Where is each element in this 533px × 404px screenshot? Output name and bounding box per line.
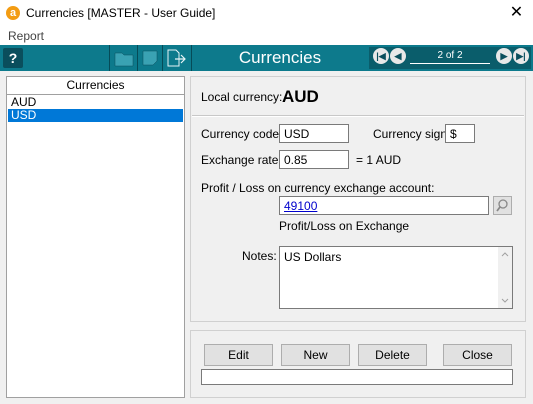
status-field bbox=[201, 369, 513, 385]
note-icon[interactable] bbox=[141, 49, 159, 67]
account-field[interactable]: 49100 bbox=[279, 196, 489, 215]
first-record-icon[interactable]: |◀ bbox=[373, 48, 389, 64]
next-record-icon[interactable]: ▶ bbox=[496, 48, 512, 64]
action-panel: Edit New Delete Close bbox=[190, 330, 526, 398]
currency-sign-label: Currency sign: bbox=[373, 127, 451, 141]
toolbar: ? Currencies |◀ ◀ 2 of 2 ▶ ▶| bbox=[0, 45, 533, 71]
close-button[interactable]: Close bbox=[443, 344, 512, 366]
edit-button[interactable]: Edit bbox=[204, 344, 273, 366]
close-window-button[interactable]: ✕ bbox=[500, 0, 533, 27]
account-lookup-button[interactable] bbox=[493, 196, 512, 215]
search-icon bbox=[496, 199, 508, 212]
exchange-rate-suffix: = 1 AUD bbox=[356, 153, 402, 167]
window-title: Currencies [MASTER - User Guide] bbox=[26, 6, 216, 20]
export-icon[interactable] bbox=[166, 49, 188, 67]
help-button[interactable]: ? bbox=[3, 48, 23, 68]
toolbar-divider bbox=[162, 45, 163, 71]
list-item-usd[interactable]: USD bbox=[8, 109, 183, 122]
toolbar-divider bbox=[109, 45, 110, 71]
folder-icon[interactable] bbox=[114, 49, 134, 67]
new-button[interactable]: New bbox=[281, 344, 350, 366]
currency-code-field[interactable]: USD bbox=[279, 124, 349, 143]
notes-label: Notes: bbox=[242, 249, 277, 263]
list-header: Currencies bbox=[7, 77, 184, 95]
menu-item-report[interactable]: Report bbox=[8, 29, 44, 43]
currency-code-label: Currency code: bbox=[201, 127, 283, 141]
delete-button[interactable]: Delete bbox=[358, 344, 427, 366]
last-record-icon[interactable]: ▶| bbox=[513, 48, 529, 64]
local-currency-value: AUD bbox=[282, 87, 319, 106]
notes-scrollbar[interactable] bbox=[498, 247, 512, 308]
currency-list: Currencies AUD USD bbox=[6, 76, 185, 398]
currency-sign-field[interactable]: $ bbox=[445, 124, 475, 143]
local-currency-label: Local currency: bbox=[201, 90, 283, 104]
exchange-rate-label: Exchange rate: bbox=[201, 153, 282, 167]
account-description: Profit/Loss on Exchange bbox=[279, 219, 410, 233]
notes-text: US Dollars bbox=[284, 250, 342, 264]
app-logo-icon: a bbox=[6, 6, 20, 20]
currency-details-panel: Local currency: AUD Currency code: USD C… bbox=[190, 76, 526, 322]
menu-bar: Report bbox=[0, 27, 533, 45]
account-label: Profit / Loss on currency exchange accou… bbox=[201, 181, 435, 195]
toolbar-divider bbox=[137, 45, 138, 71]
toolbar-title: Currencies bbox=[238, 48, 322, 67]
section-divider bbox=[192, 115, 524, 117]
title-bar: a Currencies [MASTER - User Guide] ✕ bbox=[0, 0, 533, 27]
previous-record-icon[interactable]: ◀ bbox=[390, 48, 406, 64]
page-indicator-underline bbox=[410, 63, 490, 64]
notes-field[interactable]: US Dollars bbox=[279, 246, 513, 309]
exchange-rate-field[interactable]: 0.85 bbox=[279, 150, 349, 169]
page-indicator: 2 of 2 bbox=[437, 50, 463, 61]
